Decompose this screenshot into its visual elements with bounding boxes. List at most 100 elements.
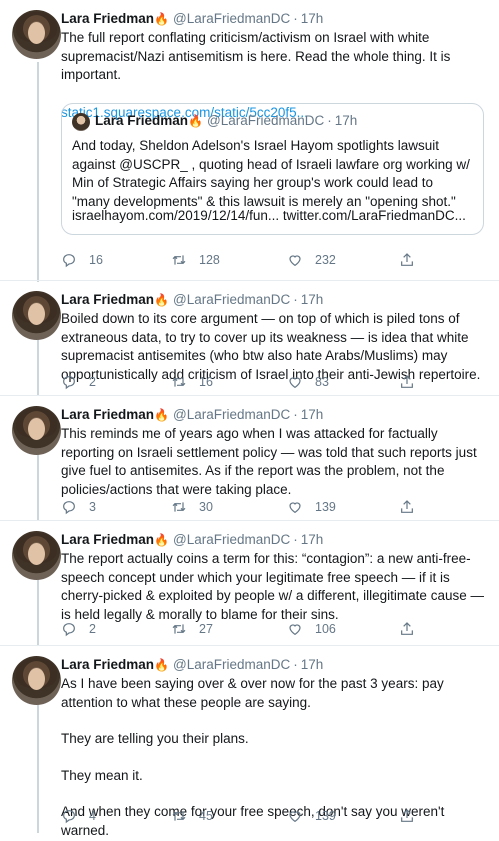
quoted-tweet[interactable]: Lara Friedman🔥 @LaraFriedmanDC · 17h And to…: [61, 103, 484, 235]
reply-count: 16: [89, 253, 103, 267]
quoted-avatar: [72, 113, 90, 131]
share-icon: [401, 375, 413, 388]
reply-icon: [63, 376, 75, 390]
tweet-header: Lara Friedman🔥 @LaraFriedmanDC · 17h: [61, 656, 323, 674]
separator-dot: ·: [327, 113, 332, 128]
tweet[interactable]: Lara Friedman🔥 @LaraFriedmanDC · 17h The fu…: [0, 0, 499, 281]
share-icon: [401, 622, 413, 635]
separator-dot: ·: [293, 292, 298, 307]
reply-count: 4: [89, 809, 96, 823]
reply-button[interactable]: 2: [61, 621, 96, 637]
share-icon: [401, 809, 413, 822]
tweet-time[interactable]: 17h: [301, 532, 324, 547]
separator-dot: ·: [293, 11, 298, 26]
like-count: 83: [315, 375, 329, 389]
tweet-text: Boiled down to its core argument — on to…: [61, 311, 481, 382]
flame-icon: 🔥: [154, 533, 169, 547]
reply-button[interactable]: 3: [61, 499, 96, 515]
reply-button[interactable]: 2: [61, 374, 96, 390]
quoted-text: And today, Sheldon Adelson's Israel Hayo…: [72, 138, 470, 209]
share-button[interactable]: [399, 252, 415, 268]
tweet-paragraph: As I have been saying over & over now fo…: [61, 676, 444, 710]
retweet-count: 128: [199, 253, 220, 267]
avatar[interactable]: [12, 531, 61, 580]
author-handle[interactable]: @LaraFriedmanDC: [173, 11, 290, 26]
tweet-time[interactable]: 17h: [301, 407, 324, 422]
tweet-text: This reminds me of years ago when I was …: [61, 426, 477, 497]
retweet-icon: [172, 255, 186, 265]
like-icon: [289, 255, 301, 267]
like-icon: [289, 811, 301, 823]
like-button[interactable]: 139: [287, 808, 336, 824]
retweet-icon: [172, 502, 186, 512]
like-count: 232: [315, 253, 336, 267]
avatar[interactable]: [12, 656, 61, 705]
author-name[interactable]: Lara Friedman: [61, 407, 154, 422]
retweet-button[interactable]: 27: [171, 621, 213, 637]
like-count: 139: [315, 500, 336, 514]
reply-icon: [63, 254, 75, 268]
retweet-button[interactable]: 16: [171, 374, 213, 390]
like-count: 106: [315, 622, 336, 636]
like-button[interactable]: 139: [287, 499, 336, 515]
tweet-paragraph: And when they come for your free speech,…: [61, 804, 445, 838]
reply-count: 3: [89, 500, 96, 514]
retweet-icon: [172, 377, 186, 387]
retweet-button[interactable]: 45: [171, 808, 213, 824]
tweet-header: Lara Friedman🔥 @LaraFriedmanDC · 17h: [61, 406, 323, 424]
like-button[interactable]: 83: [287, 374, 329, 390]
tweet-time[interactable]: 17h: [301, 11, 324, 26]
author-name[interactable]: Lara Friedman: [61, 11, 154, 26]
tweet-text: As I have been saying over & over now fo…: [61, 675, 486, 841]
tweet[interactable]: Lara Friedman🔥 @LaraFriedmanDC · 17h This r…: [0, 396, 499, 521]
like-button[interactable]: 106: [287, 621, 336, 637]
avatar[interactable]: [12, 291, 61, 340]
author-handle[interactable]: @LaraFriedmanDC: [173, 657, 290, 672]
quoted-time: 17h: [334, 113, 358, 128]
tweet-header: Lara Friedman🔥 @LaraFriedmanDC · 17h: [61, 10, 323, 28]
reply-count: 2: [89, 375, 96, 389]
like-icon: [289, 377, 301, 389]
retweet-count: 27: [199, 622, 213, 636]
tweet[interactable]: Lara Friedman🔥 @LaraFriedmanDC · 17h The re…: [0, 521, 499, 646]
author-name[interactable]: Lara Friedman: [61, 532, 154, 547]
tweet[interactable]: Lara Friedman🔥 @LaraFriedmanDC · 17h Boiled…: [0, 281, 499, 396]
tweet-text: The report actually coins a term for thi…: [61, 551, 484, 622]
separator-dot: ·: [293, 657, 298, 672]
like-count: 139: [315, 809, 336, 823]
flame-icon: 🔥: [188, 114, 203, 128]
avatar[interactable]: [12, 406, 61, 455]
author-name[interactable]: Lara Friedman: [61, 292, 154, 307]
retweet-button[interactable]: 128: [171, 252, 220, 268]
author-handle[interactable]: @LaraFriedmanDC: [173, 407, 290, 422]
share-button[interactable]: [399, 808, 415, 824]
quoted-header: Lara Friedman🔥 @LaraFriedmanDC · 17h: [95, 113, 357, 128]
retweet-icon: [172, 624, 186, 634]
author-handle[interactable]: @LaraFriedmanDC: [173, 532, 290, 547]
like-button[interactable]: 232: [287, 252, 336, 268]
retweet-button[interactable]: 30: [171, 499, 213, 515]
reply-count: 2: [89, 622, 96, 636]
flame-icon: 🔥: [154, 408, 169, 422]
quoted-links[interactable]: israelhayom.com/2019/12/14/fun... twitte…: [72, 208, 477, 223]
reply-button[interactable]: 4: [61, 808, 96, 824]
author-handle[interactable]: @LaraFriedmanDC: [173, 292, 290, 307]
tweet-paragraph: They are telling you their plans.: [61, 731, 249, 747]
reply-button[interactable]: 16: [61, 252, 103, 268]
retweet-count: 16: [199, 375, 213, 389]
author-name[interactable]: Lara Friedman: [61, 657, 154, 672]
separator-dot: ·: [293, 407, 298, 422]
retweet-icon: [172, 811, 186, 821]
share-button[interactable]: [399, 621, 415, 637]
flame-icon: 🔥: [154, 658, 169, 672]
tweet-time[interactable]: 17h: [301, 657, 324, 672]
tweet-time[interactable]: 17h: [301, 292, 324, 307]
avatar[interactable]: [12, 10, 61, 59]
quoted-author-name: Lara Friedman: [95, 113, 189, 128]
tweet[interactable]: Lara Friedman🔥 @LaraFriedmanDC · 17h As I h…: [0, 646, 499, 838]
tweet-body: The full report conflating criticism/act…: [61, 30, 451, 83]
tweet-header: Lara Friedman🔥 @LaraFriedmanDC · 17h: [61, 531, 323, 549]
share-button[interactable]: [399, 499, 415, 515]
reply-icon: [63, 501, 75, 515]
share-button[interactable]: [399, 374, 415, 390]
